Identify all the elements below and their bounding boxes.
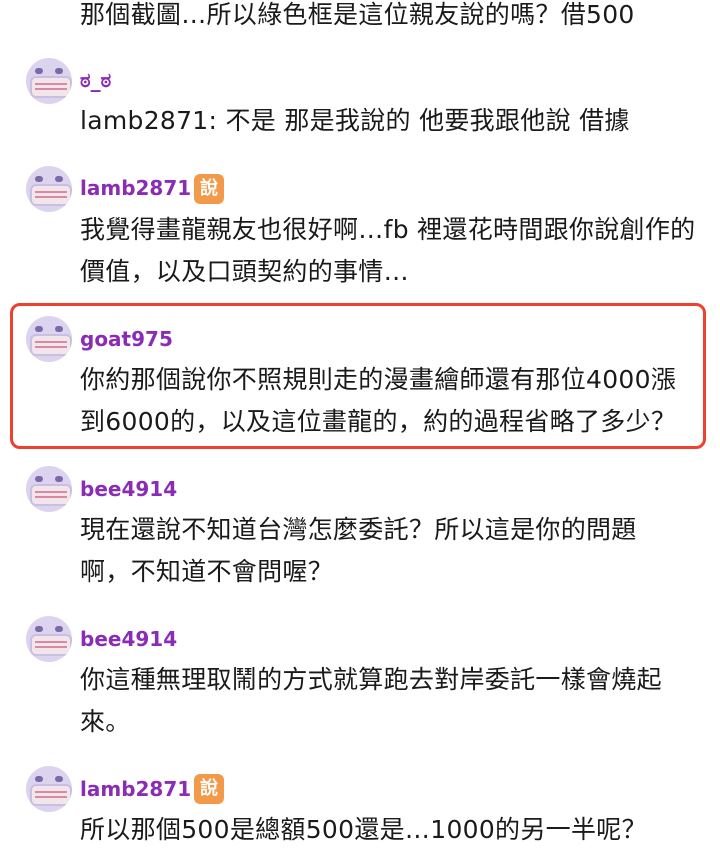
comment-text: 所以那個500是總額500還是…1000的另一半呢？ [80,815,647,844]
comment-text: 價值，以及口頭契約的事情… [80,257,409,286]
comment-text: 來。 [80,707,131,736]
comment-text: 到6000的，以及這位畫龍的，約的過程省略了多少？ [80,407,677,436]
comment-text: 你這種無理取鬧的方式就算跑去對岸委託一樣會燒起 [80,665,662,694]
comment-text: 你約那個說你不照規則走的漫畫繪師還有那位4000漲 [80,365,677,394]
comment-text: lamb2871: 不是 那是我說的 他要我跟他說 借據 [80,106,630,135]
avatar-icon[interactable] [26,166,72,212]
avatar-icon[interactable] [26,466,72,512]
avatar-icon[interactable] [26,766,72,812]
username[interactable]: bee4914 [80,625,177,653]
comment-text: 現在還說不知道台灣怎麼委託？所以這是你的問題 [80,515,637,544]
author-badge: 說 [194,174,224,204]
avatar-icon[interactable] [26,616,72,662]
username[interactable]: lamb2871 [80,775,191,803]
avatar-icon[interactable] [26,58,72,104]
username[interactable]: goat975 [80,325,173,353]
comment-text: 我覺得畫龍親友也很好啊…fb 裡還花時間跟你說創作的 [80,215,696,244]
username[interactable]: ಠ_ಠ [80,66,111,94]
avatar-icon[interactable] [26,316,72,362]
username[interactable]: bee4914 [80,475,177,503]
author-badge: 說 [194,774,224,804]
username[interactable]: lamb2871 [80,174,191,202]
comment-text: 啊，不知道不會問喔？ [80,557,334,586]
comment-text-truncated: 那個截圖…所以綠色框是這位親友說的嗎？借500 [80,0,635,29]
